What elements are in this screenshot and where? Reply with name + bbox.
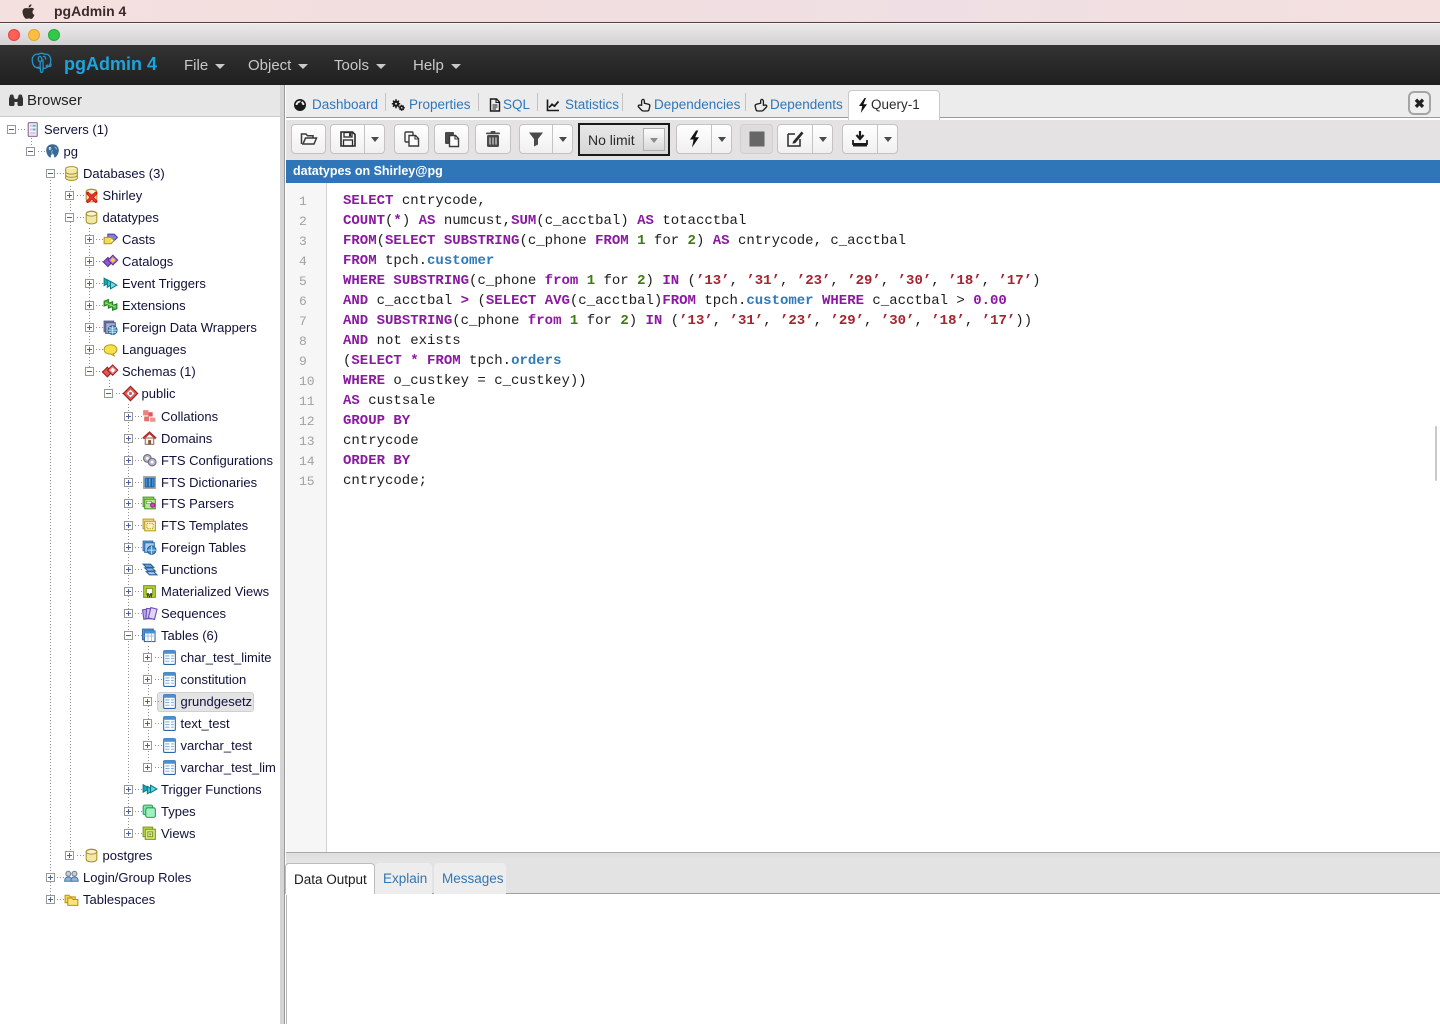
svg-text:M: M bbox=[147, 592, 152, 599]
